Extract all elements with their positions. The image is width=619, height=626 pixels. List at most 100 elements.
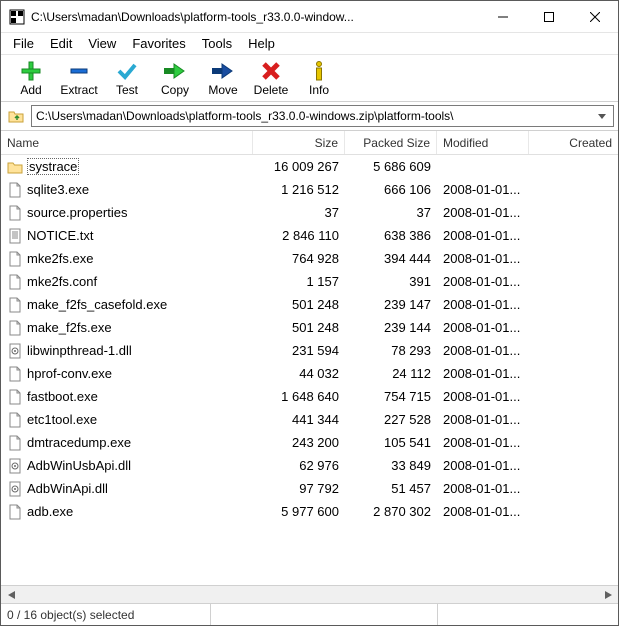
scroll-left-icon[interactable] [3,588,19,602]
table-row[interactable]: AdbWinUsbApi.dll62 97633 8492008-01-01..… [1,454,618,477]
dll-icon [7,343,23,359]
move-button[interactable]: Move [199,57,247,99]
cell-modified: 2008-01-01... [437,412,529,427]
status-selection: 0 / 16 object(s) selected [1,604,211,625]
dll-icon [7,481,23,497]
file-name: NOTICE.txt [27,228,93,243]
info-button[interactable]: Info [295,57,343,99]
table-row[interactable]: etc1tool.exe441 344227 5282008-01-01... [1,408,618,431]
exe-icon [7,435,23,451]
check-icon [113,59,141,83]
exe-icon [7,251,23,267]
copy-button[interactable]: Copy [151,57,199,99]
column-packed[interactable]: Packed Size [345,131,437,154]
cell-size: 231 594 [253,343,345,358]
cell-modified: 2008-01-01... [437,228,529,243]
menu-edit[interactable]: Edit [42,34,80,53]
add-button[interactable]: Add [7,57,55,99]
extract-button[interactable]: Extract [55,57,103,99]
cell-name: NOTICE.txt [1,228,253,244]
chevron-down-icon[interactable] [595,114,609,119]
file-name: systrace [27,158,79,175]
plus-icon [17,59,45,83]
table-row[interactable]: sqlite3.exe1 216 512666 1062008-01-01... [1,178,618,201]
table-row[interactable]: mke2fs.conf1 1573912008-01-01... [1,270,618,293]
toolbar-label: Delete [254,83,289,97]
menu-file[interactable]: File [5,34,42,53]
column-name[interactable]: Name [1,131,253,154]
menu-tools[interactable]: Tools [194,34,240,53]
file-icon [7,205,23,221]
cell-packed: 37 [345,205,437,220]
delete-button[interactable]: Delete [247,57,295,99]
cell-modified: 2008-01-01... [437,481,529,496]
toolbar-label: Info [309,83,329,97]
column-modified[interactable]: Modified [437,131,529,154]
cell-modified: 2008-01-01... [437,435,529,450]
cell-size: 764 928 [253,251,345,266]
cell-size: 243 200 [253,435,345,450]
table-row[interactable]: systrace 16 009 2675 686 609 [1,155,618,178]
menu-favorites[interactable]: Favorites [124,34,193,53]
cell-size: 16 009 267 [253,159,345,174]
table-row[interactable]: make_f2fs.exe501 248239 1442008-01-01... [1,316,618,339]
cell-packed: 2 870 302 [345,504,437,519]
folder-up-icon [8,108,24,124]
close-button[interactable] [572,1,618,32]
up-button[interactable] [5,105,27,127]
cell-size: 97 792 [253,481,345,496]
menu-help[interactable]: Help [240,34,283,53]
arrow-right-green-icon [161,59,189,83]
pathbar: C:\Users\madan\Downloads\platform-tools_… [1,102,618,131]
menu-view[interactable]: View [80,34,124,53]
cell-modified: 2008-01-01... [437,251,529,266]
cell-size: 441 344 [253,412,345,427]
column-created[interactable]: Created [529,131,618,154]
table-row[interactable]: hprof-conv.exe44 03224 1122008-01-01... [1,362,618,385]
cell-size: 44 032 [253,366,345,381]
cell-packed: 33 849 [345,458,437,473]
cell-name: hprof-conv.exe [1,366,253,382]
table-row[interactable]: adb.exe5 977 6002 870 3022008-01-01... [1,500,618,523]
cell-packed: 227 528 [345,412,437,427]
scroll-right-icon[interactable] [600,588,616,602]
cell-packed: 5 686 609 [345,159,437,174]
cell-modified: 2008-01-01... [437,182,529,197]
table-row[interactable]: NOTICE.txt2 846 110638 3862008-01-01... [1,224,618,247]
cell-name: fastboot.exe [1,389,253,405]
exe-icon [7,366,23,382]
table-row[interactable]: fastboot.exe1 648 640754 7152008-01-01..… [1,385,618,408]
table-row[interactable]: source.properties37372008-01-01... [1,201,618,224]
table-row[interactable]: make_f2fs_casefold.exe501 248239 1472008… [1,293,618,316]
x-icon [257,59,285,83]
cell-packed: 239 147 [345,297,437,312]
cell-name: etc1tool.exe [1,412,253,428]
file-name: adb.exe [27,504,73,519]
file-name: source.properties [27,205,127,220]
table-row[interactable]: mke2fs.exe764 928394 4442008-01-01... [1,247,618,270]
exe-icon [7,297,23,313]
file-rows: systrace 16 009 2675 686 609 sqlite3.exe1 … [1,155,618,585]
toolbar-label: Copy [161,83,189,97]
column-size[interactable]: Size [253,131,345,154]
cell-name: dmtracedump.exe [1,435,253,451]
file-name: make_f2fs_casefold.exe [27,297,167,312]
toolbar-label: Add [20,83,41,97]
table-row[interactable]: libwinpthread-1.dll231 59478 2932008-01-… [1,339,618,362]
table-row[interactable]: dmtracedump.exe243 200105 5412008-01-01.… [1,431,618,454]
file-name: mke2fs.conf [27,274,97,289]
path-combobox[interactable]: C:\Users\madan\Downloads\platform-tools_… [31,105,614,127]
cell-packed: 391 [345,274,437,289]
menubar: File Edit View Favorites Tools Help [1,33,618,55]
file-icon [7,274,23,290]
horizontal-scrollbar[interactable] [1,585,618,603]
table-row[interactable]: AdbWinApi.dll97 79251 4572008-01-01... [1,477,618,500]
maximize-button[interactable] [526,1,572,32]
status-spacer-2 [438,604,618,625]
toolbar-label: Test [116,83,138,97]
exe-icon [7,389,23,405]
minimize-button[interactable] [480,1,526,32]
cell-packed: 239 144 [345,320,437,335]
dll-icon [7,458,23,474]
test-button[interactable]: Test [103,57,151,99]
